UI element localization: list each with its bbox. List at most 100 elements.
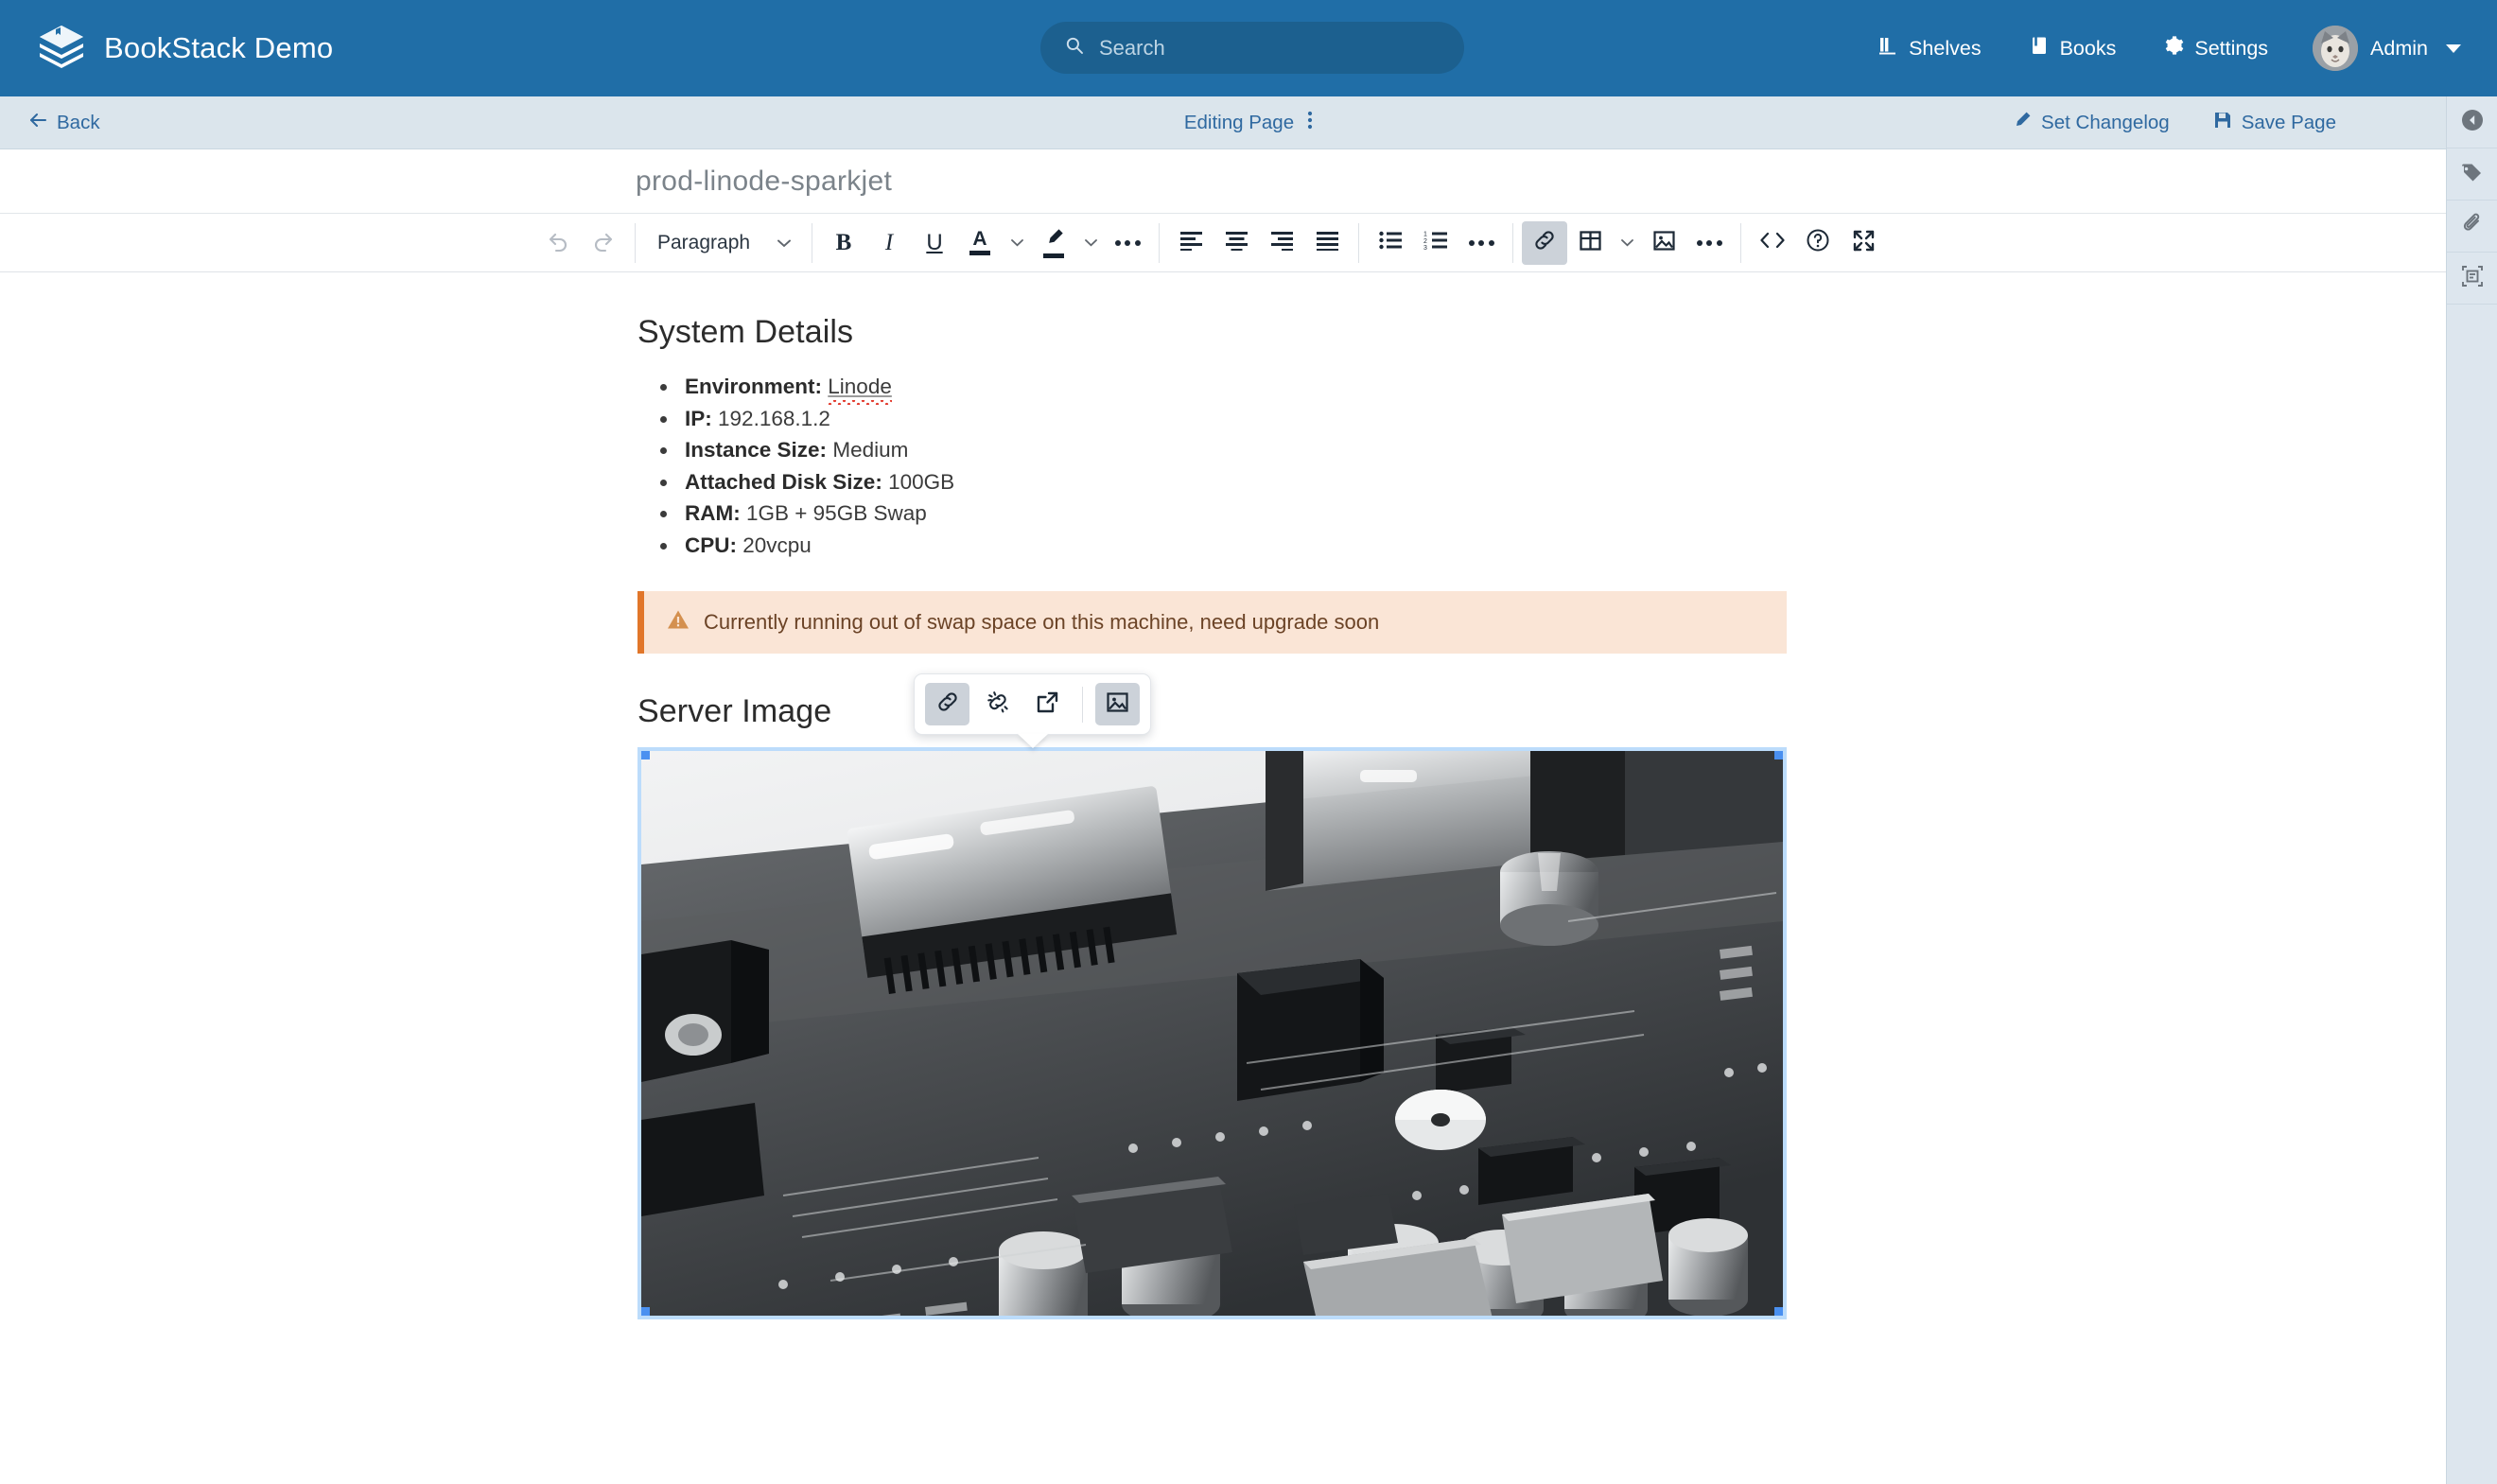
table-icon [1579,229,1602,257]
link-icon [935,690,960,719]
paragraph-format-select[interactable]: Paragraph [644,221,803,265]
numbered-list-icon: 1 2 3 [1423,230,1449,255]
insert-group [1522,214,1732,272]
paperclip-icon [2460,212,2485,241]
highlighter-icon [1042,228,1065,252]
italic-label: I [884,229,894,255]
resize-handle-top-left[interactable] [641,751,650,759]
toolbar-divider [1740,222,1741,263]
text-format-more-button[interactable] [1105,221,1150,265]
chevron-down-icon [2446,44,2461,53]
align-justify-button[interactable] [1304,221,1350,265]
edit-image-button[interactable] [1095,683,1140,725]
text-format-group: B I U A [821,214,1150,272]
open-link-button[interactable] [1025,683,1070,725]
sidebar-toggle-button[interactable] [2446,96,2497,148]
paragraph-format-value: Paragraph [657,231,751,253]
page-title-row: prod-linode-sparkjet [0,149,2446,214]
detail-label: Environment: [685,375,823,398]
bullet-list-icon [1378,230,1404,255]
save-page-label: Save Page [2241,112,2336,133]
brand-home-link[interactable]: BookStack Demo [36,23,333,74]
italic-button[interactable]: I [866,221,912,265]
detail-label: Instance Size: [685,438,828,462]
resize-handle-bottom-right[interactable] [1774,1307,1783,1316]
editor-body-scroll[interactable]: System Details Environment: Linode IP: 1… [0,272,2446,1484]
insert-more-button[interactable] [1686,221,1732,265]
bold-label: B [835,229,852,255]
link-icon [1532,228,1557,257]
user-menu[interactable]: Admin [2292,26,2461,71]
text-color-caret[interactable] [1003,221,1031,265]
highlight-color-caret[interactable] [1076,221,1105,265]
tag-icon [2460,160,2485,189]
redo-button[interactable] [581,221,626,265]
align-center-button[interactable] [1214,221,1259,265]
circuit-board-image [641,751,1783,1316]
search-icon [1065,36,1084,60]
align-right-button[interactable] [1259,221,1304,265]
book-icon [2029,35,2050,61]
bullet-list-button[interactable] [1368,221,1413,265]
page-tags-button[interactable] [2446,148,2497,201]
editor-document[interactable]: System Details Environment: Linode IP: 1… [637,272,1787,1319]
heading-system-details: System Details [637,314,854,350]
search-box[interactable] [1040,22,1464,74]
template-icon [2460,264,2485,293]
toolbar-divider [1358,222,1359,263]
image-block[interactable] [637,673,1787,1319]
list-more-button[interactable] [1458,221,1504,265]
list-item: Instance Size: Medium [651,434,1787,466]
remove-link-button[interactable] [975,683,1020,725]
list-group: 1 2 3 [1368,214,1504,272]
set-changelog-button[interactable]: Set Changelog [2013,111,2170,135]
list-item: Attached Disk Size: 100GB [651,466,1787,498]
align-left-button[interactable] [1168,221,1214,265]
underline-button[interactable]: U [912,221,957,265]
search-container [1040,22,1464,74]
fullscreen-button[interactable] [1841,221,1886,265]
insert-table-button[interactable] [1567,221,1613,265]
question-circle-icon [1806,228,1830,257]
avatar [2313,26,2359,71]
set-changelog-label: Set Changelog [2041,112,2170,133]
detail-label: CPU: [685,532,737,557]
insert-image-button[interactable] [1641,221,1686,265]
page-title-input[interactable]: prod-linode-sparkjet [636,166,892,198]
nav-shelves[interactable]: Shelves [1854,35,2005,61]
text-color-button[interactable]: A [957,221,1003,265]
resize-handle-top-right[interactable] [1774,751,1783,759]
nav-settings[interactable]: Settings [2139,35,2292,61]
list-item: RAM: 1GB + 95GB Swap [651,498,1787,530]
page-templates-button[interactable] [2446,253,2497,305]
toolbar-divider [635,222,636,263]
unlink-icon [986,690,1010,719]
right-sidebar-rail [2446,96,2497,1484]
nav-books[interactable]: Books [2005,35,2140,61]
bold-button[interactable]: B [821,221,866,265]
page-attachments-button[interactable] [2446,201,2497,253]
shelves-icon [1877,35,1898,61]
vertical-dots-icon[interactable] [1307,110,1313,136]
table-caret[interactable] [1613,221,1641,265]
align-left-icon [1179,230,1204,255]
arrow-left-icon [28,112,47,134]
selected-image[interactable] [637,747,1787,1319]
search-input[interactable] [1099,35,1440,61]
source-code-button[interactable] [1750,221,1795,265]
highlight-color-button[interactable] [1031,221,1076,265]
nav-shelves-label: Shelves [1909,36,1982,60]
numbered-list-button[interactable]: 1 2 3 [1413,221,1458,265]
save-page-button[interactable]: Save Page [2213,111,2336,135]
system-details-list: Environment: Linode IP: 192.168.1.2 Inst… [651,371,1787,561]
insert-link-button[interactable] [1522,220,1567,265]
detail-value: 192.168.1.2 [718,406,830,430]
editing-status[interactable]: Editing Page [1184,110,1313,136]
help-button[interactable] [1795,221,1841,265]
back-button[interactable]: Back [28,112,100,134]
insert-link-button[interactable] [925,683,969,725]
resize-handle-bottom-left[interactable] [641,1307,650,1316]
fullscreen-icon [1852,229,1876,257]
app-header: BookStack Demo Shelves [0,0,2497,96]
undo-button[interactable] [535,221,581,265]
